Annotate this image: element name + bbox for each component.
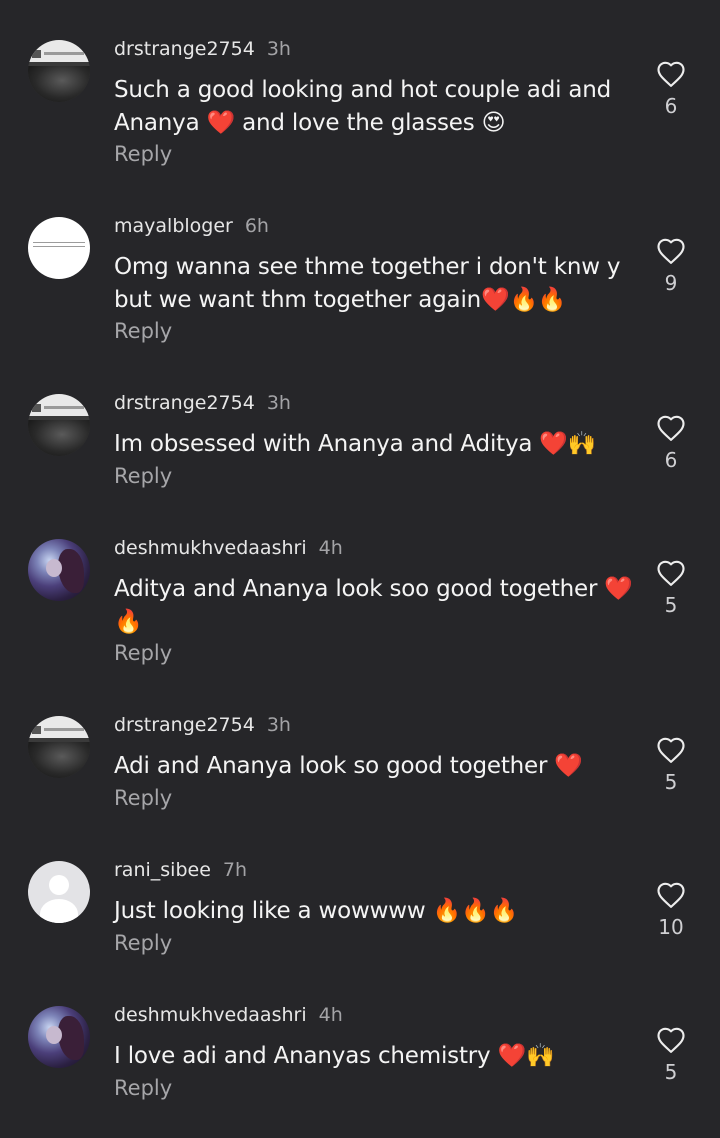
like-count: 6	[664, 448, 678, 472]
username[interactable]: rani_sibee	[114, 859, 211, 881]
comment-meta: mayalbloger 6h	[114, 213, 269, 239]
username[interactable]: drstrange2754	[114, 38, 255, 60]
avatar[interactable]	[28, 394, 90, 456]
comment-meta: drstrange2754 3h	[114, 390, 291, 416]
heart-icon	[657, 882, 685, 908]
reply-button[interactable]: Reply	[114, 785, 172, 811]
like-button[interactable]: 10	[652, 881, 690, 939]
like-button[interactable]: 6	[652, 414, 690, 472]
like-count: 5	[664, 593, 678, 617]
comment-meta: drstrange2754 3h	[114, 712, 291, 738]
comment-time: 7h	[222, 859, 248, 881]
avatar[interactable]	[28, 539, 90, 601]
comment-time: 6h	[244, 215, 269, 237]
comment-time: 3h	[266, 714, 291, 736]
comment-text: Aditya and Ananya look soo good together…	[114, 576, 633, 635]
reply-button[interactable]: Reply	[114, 463, 172, 489]
comment-time: 3h	[266, 392, 291, 414]
comment-text: Im obsessed with Ananya and Aditya ❤️🙌	[114, 431, 597, 457]
comment-meta: deshmukhvedaashri 4h	[114, 1002, 343, 1028]
comment-meta: deshmukhvedaashri 4h	[114, 535, 343, 561]
like-count: 6	[664, 94, 678, 118]
like-button[interactable]: 5	[652, 1026, 690, 1084]
reply-button[interactable]: Reply	[114, 930, 172, 956]
like-count: 5	[664, 1060, 678, 1084]
like-button[interactable]: 9	[652, 237, 690, 295]
username[interactable]: mayalbloger	[114, 215, 233, 237]
reply-button[interactable]: Reply	[114, 640, 172, 666]
username[interactable]: deshmukhvedaashri	[114, 1004, 307, 1026]
heart-icon	[657, 737, 685, 763]
comment-time: 4h	[318, 537, 343, 559]
avatar[interactable]	[28, 217, 90, 279]
avatar[interactable]	[28, 40, 90, 102]
reply-button[interactable]: Reply	[114, 1075, 172, 1101]
avatar[interactable]	[28, 861, 90, 923]
heart-icon	[657, 415, 685, 441]
comment-text: Such a good looking and hot couple adi a…	[114, 77, 612, 136]
comment-time: 4h	[318, 1004, 343, 1026]
like-button[interactable]: 6	[652, 60, 690, 118]
comment-meta: rani_sibee 7h	[114, 857, 247, 883]
comment-time: 3h	[266, 38, 291, 60]
username[interactable]: drstrange2754	[114, 714, 255, 736]
heart-icon	[657, 1027, 685, 1053]
heart-icon	[657, 61, 685, 87]
comment-text: Just looking like a wowwww 🔥🔥🔥	[114, 898, 518, 924]
reply-button[interactable]: Reply	[114, 318, 172, 344]
comment-meta: drstrange2754 3h	[114, 36, 291, 62]
heart-icon	[657, 560, 685, 586]
comment-text: I love adi and Ananyas chemistry ❤️🙌	[114, 1043, 555, 1069]
like-count: 9	[664, 271, 678, 295]
avatar[interactable]	[28, 716, 90, 778]
like-button[interactable]: 5	[652, 736, 690, 794]
like-count: 5	[664, 770, 678, 794]
username[interactable]: deshmukhvedaashri	[114, 537, 307, 559]
username[interactable]: drstrange2754	[114, 392, 255, 414]
comment-text: Omg wanna see thme together i don't knw …	[114, 254, 621, 313]
like-button[interactable]: 5	[652, 559, 690, 617]
comment-text: Adi and Ananya look so good together ❤️	[114, 753, 583, 779]
heart-icon	[657, 238, 685, 264]
reply-button[interactable]: Reply	[114, 141, 172, 167]
avatar[interactable]	[28, 1006, 90, 1068]
like-count: 10	[658, 915, 684, 939]
